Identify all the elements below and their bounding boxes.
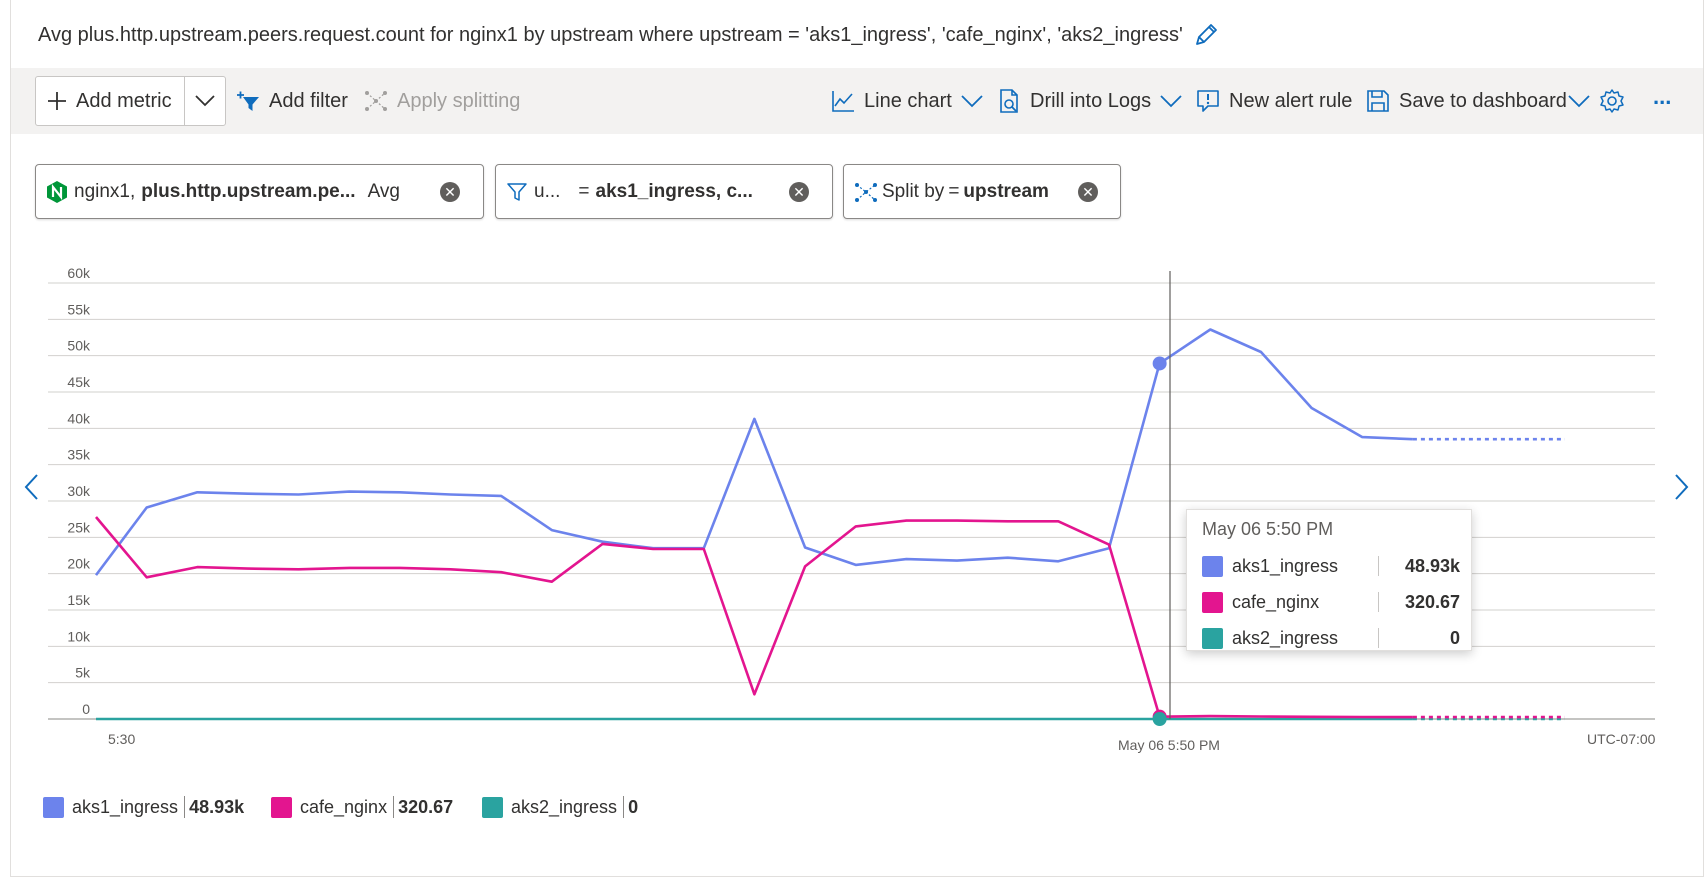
divider bbox=[623, 796, 625, 818]
next-time-range-button[interactable] bbox=[1667, 470, 1697, 504]
legend-item-aks2-ingress[interactable]: aks2_ingress 0 bbox=[482, 793, 638, 821]
legend-item-aks1-ingress[interactable]: aks1_ingress 48.93k bbox=[43, 793, 244, 821]
legend-series-value: 0 bbox=[628, 796, 639, 817]
tooltip-row: cafe_nginx 320.67 bbox=[1202, 588, 1460, 616]
selected-point-aks1-ingress bbox=[1152, 356, 1167, 371]
chevron-right-icon bbox=[1674, 473, 1690, 501]
tooltip-series-name: aks1_ingress bbox=[1232, 555, 1339, 576]
tooltip-row: aks2_ingress 0 bbox=[1202, 624, 1460, 652]
y-tick-label: 10k bbox=[67, 628, 91, 644]
x-tick-selected: May 06 5:50 PM bbox=[1118, 737, 1220, 753]
divider bbox=[393, 796, 395, 818]
tooltip-series-value: 48.93k bbox=[1404, 555, 1460, 576]
y-tick-label: 15k bbox=[67, 592, 91, 608]
tooltip-series-name: aks2_ingress bbox=[1232, 627, 1339, 648]
y-tick-label: 30k bbox=[67, 483, 91, 499]
tooltip-row: aks1_ingress 48.93k bbox=[1202, 552, 1460, 580]
series-swatch bbox=[1202, 591, 1223, 613]
previous-time-range-button[interactable] bbox=[16, 470, 46, 504]
legend-swatch bbox=[482, 796, 503, 818]
y-tick-label: 0 bbox=[82, 701, 90, 717]
y-tick-label: 20k bbox=[67, 556, 91, 572]
chevron-left-icon bbox=[23, 473, 39, 501]
divider bbox=[1378, 628, 1379, 648]
divider bbox=[1378, 556, 1379, 576]
y-tick-label: 55k bbox=[67, 301, 91, 317]
tooltip-time: May 06 5:50 PM bbox=[1202, 519, 1334, 539]
y-tick-label: 25k bbox=[67, 519, 91, 535]
selection-markers bbox=[1152, 356, 1167, 726]
y-tick-label: 60k bbox=[67, 265, 91, 281]
y-tick-label: 5k bbox=[75, 665, 91, 681]
y-tick-label: 35k bbox=[67, 447, 91, 463]
legend-series-name: aks1_ingress bbox=[72, 796, 179, 817]
y-axis-ticks: 0 5k 10k 15k 20k 25k 30k 35k 40k 45k 50k 55k 60k bbox=[67, 265, 91, 717]
legend-series-value: 48.93k bbox=[189, 796, 245, 817]
divider bbox=[1378, 592, 1379, 612]
tooltip-series-value: 0 bbox=[1449, 627, 1460, 648]
y-tick-label: 40k bbox=[67, 410, 91, 426]
legend-item-cafe-nginx[interactable]: cafe_nginx 320.67 bbox=[271, 793, 453, 821]
y-tick-label: 50k bbox=[67, 338, 91, 354]
x-tick-start: 5:30 bbox=[108, 731, 135, 747]
chart-grid bbox=[48, 282, 1655, 720]
timezone-label: UTC-07:00 bbox=[1587, 731, 1656, 747]
legend-series-name: aks2_ingress bbox=[511, 796, 618, 817]
series-swatch bbox=[1202, 555, 1223, 577]
chart-tooltip: May 06 5:50 PM aks1_ingress 48.93k cafe_… bbox=[1186, 509, 1472, 651]
selected-point-aks2-ingress bbox=[1152, 712, 1167, 726]
legend-swatch bbox=[271, 796, 292, 818]
legend-series-name: cafe_nginx bbox=[300, 796, 388, 817]
y-tick-label: 45k bbox=[67, 374, 91, 390]
divider bbox=[184, 796, 186, 818]
series-swatch bbox=[1202, 627, 1223, 649]
tooltip-series-name: cafe_nginx bbox=[1232, 591, 1320, 612]
legend-series-value: 320.67 bbox=[398, 796, 454, 817]
legend-swatch bbox=[43, 796, 64, 818]
tooltip-series-value: 320.67 bbox=[1404, 591, 1460, 612]
